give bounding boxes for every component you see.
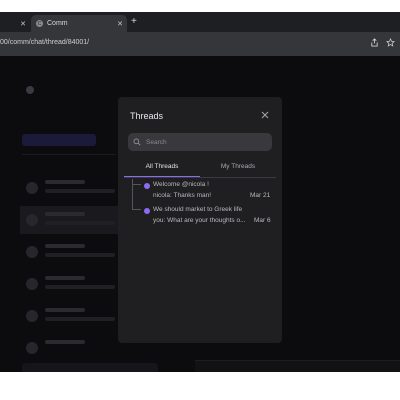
thread-last-message: nicola: Thanks man! (153, 192, 212, 199)
tab-all-threads[interactable]: All Threads (124, 157, 200, 177)
list-item (20, 206, 120, 234)
app-bottom-button (22, 363, 158, 372)
search-field[interactable] (128, 133, 272, 151)
avatar (26, 182, 38, 194)
browser-window: ✕ C Comm ✕ + 00/comm/chat/thread/84001/ (0, 12, 400, 372)
share-icon[interactable] (370, 38, 379, 47)
address-bar[interactable]: 00/comm/chat/thread/84001/ (0, 32, 400, 56)
url-text[interactable]: 00/comm/chat/thread/84001/ (0, 39, 89, 46)
tab-strip: ✕ C Comm ✕ + (0, 12, 400, 32)
browser-tab-inactive[interactable]: ✕ (0, 15, 30, 32)
avatar (26, 278, 38, 290)
search-icon (133, 138, 141, 146)
community-header (26, 86, 39, 94)
thread-item[interactable]: We should market to Greek life you: What… (142, 206, 272, 230)
favicon-icon: C (36, 20, 43, 27)
thread-title: We should market to Greek life (153, 206, 243, 213)
list-item (20, 174, 120, 202)
threads-modal: Threads All Threads My Threads Welcome @… (118, 97, 282, 343)
thread-tree-branch (132, 184, 141, 185)
thread-last-message: you: What are your thoughts o... (153, 217, 246, 224)
avatar (26, 342, 38, 354)
list-item (20, 334, 120, 362)
thread-item[interactable]: Welcome @nicola ! nicola: Thanks man! Ma… (142, 181, 272, 205)
thread-title: Welcome @nicola ! (153, 181, 209, 188)
thread-date: Mar 21 (250, 192, 271, 199)
thread-avatar-icon (144, 183, 150, 189)
thread-date: Mar 6 (254, 217, 271, 224)
thread-tabs: All Threads My Threads (124, 157, 276, 178)
divider (22, 154, 116, 155)
tab-label: Comm (47, 20, 68, 27)
close-tab-icon[interactable]: ✕ (20, 20, 26, 28)
list-item (20, 302, 120, 330)
modal-title: Threads (130, 111, 164, 121)
app-message-input (195, 360, 400, 372)
close-tab-icon[interactable]: ✕ (117, 20, 123, 28)
list-item (20, 270, 120, 298)
community-logo-icon (26, 86, 34, 94)
avatar (26, 310, 38, 322)
browser-tab-active[interactable]: C Comm ✕ (31, 15, 127, 32)
thread-avatar-icon (144, 208, 150, 214)
avatar (26, 246, 38, 258)
app-primary-button (22, 134, 96, 146)
tab-my-threads[interactable]: My Threads (200, 157, 276, 176)
bookmark-star-icon[interactable] (386, 38, 395, 47)
thread-tree-branch (132, 209, 141, 210)
avatar (26, 214, 38, 226)
new-tab-plus-icon[interactable]: + (131, 16, 137, 27)
close-icon[interactable] (260, 110, 270, 120)
search-input[interactable] (146, 133, 266, 151)
list-item (20, 238, 120, 266)
